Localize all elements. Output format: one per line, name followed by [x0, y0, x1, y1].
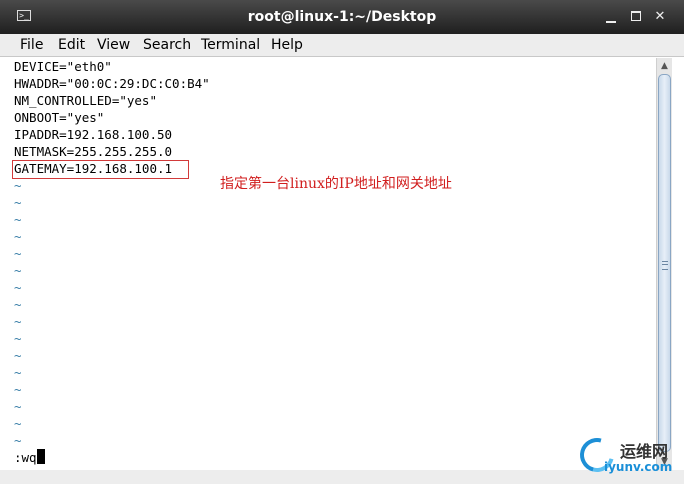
title-bar: >_ root@linux-1:~/Desktop ✕: [0, 0, 684, 34]
menu-view[interactable]: View: [97, 37, 130, 53]
empty-line-tilde: ~: [14, 280, 22, 295]
grip-icon: [662, 261, 668, 270]
window-title: root@linux-1:~/Desktop: [247, 9, 437, 25]
empty-line-tilde: ~: [14, 263, 22, 278]
config-line-ipaddr: IPADDR=192.168.100.50: [14, 127, 173, 142]
empty-line-tilde: ~: [14, 348, 22, 363]
menu-terminal[interactable]: Terminal: [201, 37, 260, 53]
empty-line-tilde: ~: [14, 314, 22, 329]
empty-line-tilde: ~: [14, 331, 22, 346]
empty-line-tilde: ~: [14, 212, 22, 227]
config-line-device: DEVICE="eth0": [14, 59, 112, 74]
empty-line-tilde: ~: [14, 433, 22, 448]
empty-line-tilde: ~: [14, 416, 22, 431]
terminal-text-area[interactable]: DEVICE="eth0" HWADDR="00:0C:29:DC:C0:B4"…: [12, 58, 656, 470]
menu-help[interactable]: Help: [271, 37, 303, 53]
menu-file[interactable]: File: [20, 37, 43, 53]
menu-bar: File Edit View Search Terminal Help: [0, 34, 684, 57]
config-line-onboot: ONBOOT="yes": [14, 110, 105, 125]
annotation-text: 指定第一台linux的IP地址和网关地址: [220, 176, 452, 192]
empty-line-tilde: ~: [14, 365, 22, 380]
gateway-highlight-box: [12, 160, 189, 179]
maximize-button[interactable]: [630, 10, 644, 24]
scrollbar-thumb[interactable]: [658, 74, 671, 452]
minimize-button[interactable]: [604, 10, 618, 24]
text-cursor: [36, 449, 45, 464]
empty-line-tilde: ~: [14, 246, 22, 261]
empty-line-tilde: ~: [14, 399, 22, 414]
watermark-logo: 运维网 iyunv.com: [573, 431, 682, 479]
empty-line-tilde: ~: [14, 229, 22, 244]
empty-line-tilde: ~: [14, 297, 22, 312]
empty-line-tilde: ~: [14, 195, 22, 210]
menu-search[interactable]: Search: [143, 37, 191, 53]
watermark-text: 运维网: [620, 442, 669, 461]
vertical-scrollbar[interactable]: ▲ ▼: [656, 58, 672, 470]
empty-line-tilde: ~: [14, 382, 22, 397]
command-line[interactable]: :wq: [14, 449, 45, 466]
config-line-netmask: NETMASK=255.255.255.0: [14, 144, 173, 159]
close-button[interactable]: ✕: [653, 10, 667, 24]
menu-edit[interactable]: Edit: [58, 37, 85, 53]
config-line-nm-controlled: NM_CONTROLLED="yes": [14, 93, 157, 108]
command-text: :wq: [14, 450, 37, 465]
watermark-url: iyunv.com: [604, 460, 673, 474]
config-line-hwaddr: HWADDR="00:0C:29:DC:C0:B4": [14, 76, 210, 91]
empty-line-tilde: ~: [14, 178, 22, 193]
scroll-up-arrow-icon[interactable]: ▲: [657, 58, 672, 74]
